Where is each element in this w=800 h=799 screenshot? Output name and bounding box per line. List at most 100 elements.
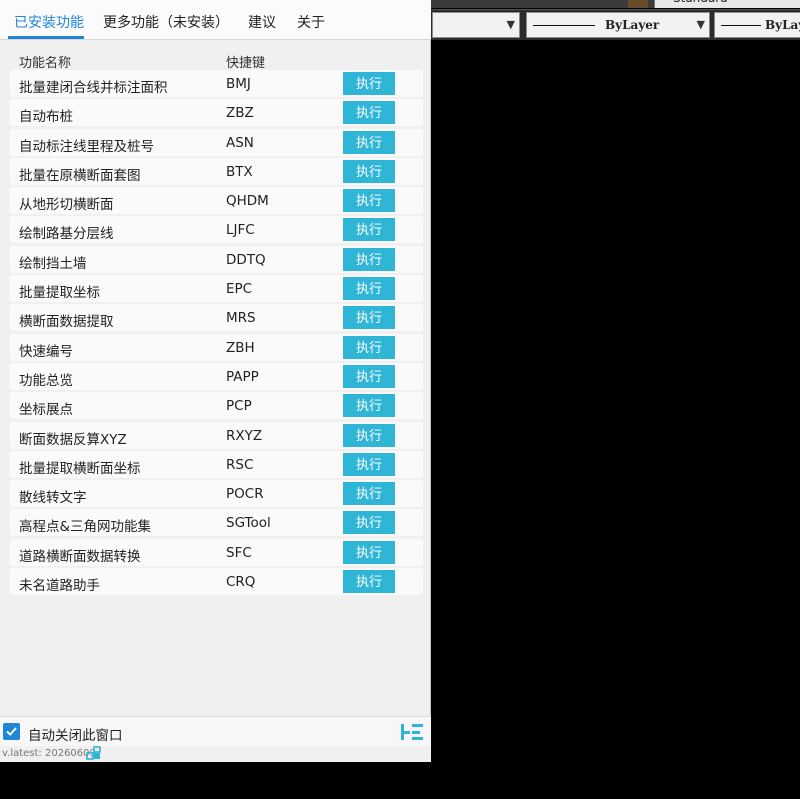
function-row: 从地形切横断面 QHDM 执行	[10, 186, 423, 215]
function-row: 未名道路助手 CRQ 执行	[10, 567, 423, 596]
function-shortcut: ASN	[226, 134, 254, 151]
text-style-combo[interactable]: Standard	[654, 0, 800, 8]
function-row: 功能总览 PAPP 执行	[10, 362, 423, 391]
function-row: 散线转文字 POCR 执行	[10, 479, 423, 508]
function-name: 绘制挡土墙	[19, 255, 87, 272]
update-icon[interactable]	[86, 746, 101, 761]
function-name: 自动标注线里程及桩号	[19, 138, 154, 155]
run-button[interactable]: 执行	[343, 72, 395, 95]
text-style-icon	[628, 0, 648, 8]
function-row: 批量提取横断面坐标 RSC 执行	[10, 450, 423, 479]
function-name: 批量提取横断面坐标	[19, 460, 141, 477]
function-row: 自动布桩 ZBZ 执行	[10, 98, 423, 127]
function-shortcut: LJFC	[226, 222, 255, 239]
run-button[interactable]: 执行	[343, 306, 395, 330]
run-button[interactable]: 执行	[343, 511, 395, 535]
function-shortcut: MRS	[226, 310, 256, 327]
version-text: v.latest: 20260609	[2, 748, 96, 759]
function-name: 快速编号	[19, 343, 73, 360]
function-row: 高程点&三角网功能集 SGTool 执行	[10, 508, 423, 537]
function-name: 高程点&三角网功能集	[19, 519, 152, 536]
tab-installed[interactable]: 已安装功能	[14, 12, 84, 32]
function-name: 批量提取坐标	[19, 285, 100, 302]
chevron-down-icon: ▼	[696, 18, 705, 31]
run-button[interactable]: 执行	[343, 364, 395, 388]
run-button[interactable]: 执行	[343, 335, 395, 359]
function-shortcut: SFC	[226, 544, 252, 561]
text-style-value: Standard	[673, 0, 728, 5]
function-row: 道路横断面数据转换 SFC 执行	[10, 538, 423, 567]
tab-suggestions[interactable]: 建议	[248, 12, 276, 32]
function-row: 批量在原横断面套图 BTX 执行	[10, 157, 423, 186]
auto-close-label[interactable]: 自动关闭此窗口	[28, 724, 123, 744]
function-shortcut: SGTool	[226, 515, 271, 532]
function-list: 批量建闭合线并标注面积 BMJ 执行 自动布桩 ZBZ 执行 自动标注线里程及桩号 ASN 执行…	[10, 69, 423, 596]
footer-bar: 自动关闭此窗口	[0, 716, 431, 746]
linetype-sample	[533, 25, 595, 26]
run-button[interactable]: 执行	[343, 540, 395, 564]
auto-close-checkbox[interactable]	[3, 723, 20, 740]
run-button[interactable]: 执行	[343, 277, 395, 301]
color-combo[interactable]: ▼	[432, 12, 520, 38]
function-name: 散线转文字	[19, 490, 87, 507]
lineweight-sample	[721, 25, 761, 26]
function-name: 未名道路助手	[19, 578, 100, 595]
function-shortcut: EPC	[226, 281, 253, 298]
run-button[interactable]: 执行	[343, 189, 395, 213]
lineweight-combo[interactable]: ByLay	[714, 12, 800, 38]
function-shortcut: QHDM	[226, 193, 269, 210]
run-button[interactable]: 执行	[343, 218, 395, 242]
function-row: 批量建闭合线并标注面积 BMJ 执行	[10, 69, 423, 98]
function-name: 坐标展点	[19, 402, 73, 419]
function-shortcut: DDTQ	[226, 251, 266, 268]
run-button[interactable]: 执行	[343, 452, 395, 476]
run-button[interactable]: 执行	[343, 482, 395, 506]
function-shortcut: POCR	[226, 486, 264, 503]
version-bar: v.latest: 20260609	[0, 746, 431, 762]
function-name: 横断面数据提取	[19, 314, 114, 331]
function-name: 批量在原横断面套图	[19, 167, 141, 184]
function-shortcut: RSC	[226, 456, 254, 473]
tab-about[interactable]: 关于	[297, 12, 325, 32]
run-button[interactable]: 执行	[343, 101, 395, 125]
function-name: 绘制路基分层线	[19, 226, 114, 243]
run-button[interactable]: 执行	[343, 423, 395, 447]
plugin-window: 已安装功能 更多功能（未安装） 建议 关于 功能名称 快捷键 批量建闭合线并标注…	[0, 0, 431, 762]
tab-bar: 已安装功能 更多功能（未安装） 建议 关于	[0, 0, 431, 40]
function-row: 快速编号 ZBH 执行	[10, 333, 423, 362]
function-shortcut: PCP	[226, 398, 252, 415]
function-name: 道路横断面数据转换	[19, 548, 141, 565]
linetype-combo[interactable]: ByLayer ▼	[526, 12, 710, 38]
function-name: 批量建闭合线并标注面积	[19, 80, 168, 96]
run-button[interactable]: 执行	[343, 394, 395, 418]
tab-more-features[interactable]: 更多功能（未安装）	[103, 12, 229, 32]
function-shortcut: ZBH	[226, 339, 255, 356]
function-shortcut: BMJ	[226, 76, 251, 92]
function-row: 横断面数据提取 MRS 执行	[10, 303, 423, 332]
function-row: 自动标注线里程及桩号 ASN 执行	[10, 128, 423, 157]
function-name: 从地形切横断面	[19, 197, 114, 214]
function-row: 断面数据反算XYZ RXYZ 执行	[10, 421, 423, 450]
checkmark-icon	[6, 727, 17, 736]
function-name: 自动布桩	[19, 109, 73, 126]
function-name: 功能总览	[19, 372, 73, 389]
chevron-down-icon: ▼	[506, 18, 515, 31]
function-shortcut: PAPP	[226, 368, 259, 385]
function-row: 坐标展点 PCP 执行	[10, 391, 423, 420]
function-row: 绘制路基分层线 LJFC 执行	[10, 215, 423, 244]
app-logo-icon[interactable]	[400, 722, 424, 742]
run-button[interactable]: 执行	[343, 247, 395, 271]
cad-drawing-area[interactable]	[430, 0, 800, 799]
linetype-value: ByLayer	[605, 18, 660, 32]
function-shortcut: RXYZ	[226, 427, 263, 444]
function-row: 绘制挡土墙 DDTQ 执行	[10, 245, 423, 274]
function-shortcut: BTX	[226, 163, 253, 180]
active-tab-indicator	[8, 36, 84, 39]
function-name: 断面数据反算XYZ	[19, 431, 127, 448]
run-button[interactable]: 执行	[343, 570, 395, 594]
function-row: 批量提取坐标 EPC 执行	[10, 274, 423, 303]
function-shortcut: ZBZ	[226, 105, 254, 122]
run-button[interactable]: 执行	[343, 159, 395, 183]
run-button[interactable]: 执行	[343, 130, 395, 154]
function-shortcut: CRQ	[226, 574, 256, 591]
